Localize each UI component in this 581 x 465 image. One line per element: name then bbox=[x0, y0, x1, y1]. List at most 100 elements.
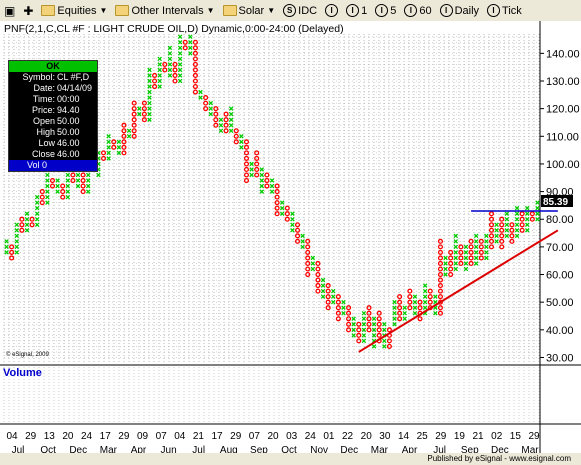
toolbar-item-1[interactable]: ✚ bbox=[19, 1, 37, 20]
toolbar-item-2[interactable]: Equities ▼ bbox=[37, 1, 111, 20]
toolbar-item-label: Equities bbox=[57, 4, 97, 17]
y-tick-label: 30.00 bbox=[546, 352, 574, 364]
x-box bbox=[494, 222, 499, 228]
x-box bbox=[34, 205, 40, 211]
info-volume: Vol 0 bbox=[9, 160, 97, 171]
o-box bbox=[468, 260, 474, 267]
x-tick-month: Jul bbox=[192, 445, 205, 453]
toolbar-item-5[interactable]: S IDC bbox=[279, 1, 321, 20]
x-box bbox=[514, 228, 520, 233]
x-tick-month: Apr bbox=[402, 445, 418, 453]
x-box bbox=[14, 244, 20, 250]
x-box bbox=[473, 244, 479, 250]
o-box bbox=[294, 238, 301, 244]
x-tick-day: 17 bbox=[212, 431, 224, 442]
x-box bbox=[65, 178, 71, 183]
new-window-icon: ▣ bbox=[4, 3, 16, 18]
o-box bbox=[223, 111, 229, 117]
x-tick-day: 21 bbox=[193, 431, 205, 442]
x-tick-day: 17 bbox=[100, 431, 112, 442]
info-value: 46.00 bbox=[57, 149, 80, 159]
x-box bbox=[453, 261, 459, 266]
x-box bbox=[402, 305, 407, 310]
o-box bbox=[243, 155, 250, 161]
x-tick-day: 30 bbox=[379, 431, 391, 442]
toolbar-item-6[interactable]: I bbox=[321, 1, 342, 20]
x-tick-day: 20 bbox=[361, 431, 373, 442]
o-box bbox=[111, 139, 117, 145]
x-box bbox=[473, 239, 479, 244]
x-box bbox=[198, 89, 203, 95]
x-box bbox=[330, 294, 336, 299]
x-box bbox=[300, 244, 305, 250]
interval-icon: I bbox=[346, 4, 360, 17]
y-tick-label: 80.00 bbox=[546, 214, 574, 226]
x-tick-month: Mar bbox=[521, 445, 539, 453]
info-row: High 50.00 bbox=[9, 127, 97, 138]
o-box bbox=[499, 233, 505, 239]
x-box bbox=[106, 139, 111, 145]
o-box bbox=[243, 139, 250, 145]
o-box bbox=[152, 78, 158, 84]
x-box bbox=[177, 51, 183, 56]
toolbar-item-0[interactable]: ▣ bbox=[0, 1, 19, 20]
x-box bbox=[494, 228, 499, 233]
info-row: Date: 04/14/09 bbox=[9, 83, 97, 94]
y-tick-label: 60.00 bbox=[546, 270, 574, 282]
interval-icon: I bbox=[325, 4, 339, 17]
x-box bbox=[361, 338, 367, 344]
x-box bbox=[14, 239, 20, 244]
o-box bbox=[152, 83, 158, 90]
ok-button[interactable]: OK bbox=[9, 61, 97, 72]
info-label: Date: bbox=[33, 83, 55, 93]
o-box bbox=[488, 216, 495, 222]
o-box bbox=[519, 222, 525, 228]
toolbar-item-label: 60 bbox=[419, 4, 432, 17]
toolbar-item-4[interactable]: Solar ▼ bbox=[219, 1, 280, 20]
o-box bbox=[213, 122, 219, 128]
toolbar-item-10[interactable]: I Daily bbox=[436, 1, 483, 20]
toolbar-item-7[interactable]: I1 bbox=[342, 1, 371, 20]
o-box bbox=[315, 260, 321, 267]
x-box bbox=[14, 233, 20, 239]
o-box bbox=[39, 200, 45, 206]
x-box bbox=[453, 266, 459, 272]
x-box bbox=[392, 316, 397, 322]
x-box bbox=[402, 310, 407, 316]
o-box bbox=[80, 183, 86, 189]
chart-pane[interactable]: 30.00 40.00 50.00 60.00 70.00 80.00 90.00 100.0… bbox=[0, 21, 581, 456]
x-box bbox=[188, 51, 193, 56]
o-box bbox=[499, 216, 505, 222]
cursor-info-window[interactable]: OK Symbol: CL #F,D Date: 04/14/09 Time: 00:00 P… bbox=[8, 60, 98, 172]
o-box bbox=[121, 144, 127, 150]
x-box bbox=[392, 299, 397, 305]
o-box bbox=[397, 310, 403, 316]
x-box bbox=[65, 189, 71, 194]
o-box bbox=[397, 316, 403, 322]
o-box bbox=[488, 211, 495, 217]
x-box bbox=[269, 183, 275, 189]
toolbar-item-3[interactable]: Other Intervals ▼ bbox=[111, 1, 218, 20]
o-box bbox=[468, 244, 474, 250]
o-box bbox=[192, 56, 198, 62]
o-box bbox=[274, 183, 280, 189]
o-box bbox=[192, 61, 198, 67]
x-box bbox=[126, 134, 132, 139]
toolbar-item-11[interactable]: I Tick bbox=[483, 1, 526, 20]
info-value: 50.00 bbox=[57, 116, 80, 126]
o-box bbox=[488, 222, 495, 228]
o-box bbox=[243, 150, 250, 156]
y-tick-label: 100.00 bbox=[546, 159, 580, 171]
toolbar-item-8[interactable]: I5 bbox=[371, 1, 400, 20]
o-box bbox=[376, 332, 382, 338]
x-box bbox=[402, 316, 407, 322]
info-label: High bbox=[36, 127, 55, 137]
o-box bbox=[427, 288, 433, 294]
x-box bbox=[382, 338, 387, 344]
x-box bbox=[106, 150, 111, 156]
o-box bbox=[499, 222, 505, 228]
x-box bbox=[290, 222, 295, 228]
toolbar-item-9[interactable]: I 60 bbox=[400, 1, 435, 20]
x-box bbox=[484, 239, 489, 244]
toolbar-item-label: IDC bbox=[298, 4, 318, 17]
